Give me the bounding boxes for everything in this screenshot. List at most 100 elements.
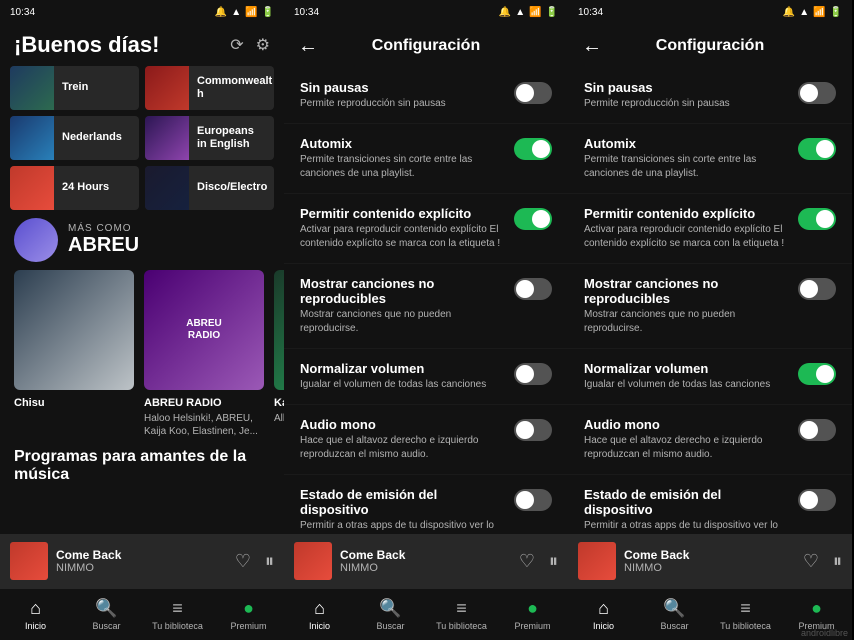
home-nav-icon-3: ⌂ [598,598,609,619]
grid-label-disco: Disco/Electro [189,181,274,194]
nav-search-3[interactable]: 🔍 Buscar [639,598,710,631]
back-button-2[interactable]: ← [298,35,318,58]
grid-label-nederlands: Nederlands [54,131,130,144]
grid-item-trein[interactable]: Trein [10,66,139,110]
card-title-chisu: Chisu [14,396,134,410]
toggle-state-3[interactable] [798,489,836,511]
config-text-mono-3: Audio mono Hace que el altavoz derecho e… [584,417,788,462]
status-icons-3: 🔔 ▲ 📶 🔋 [783,7,842,18]
np-artist-2: NIMMO [340,562,511,574]
card-image-abreu: ABREURADIO [144,270,264,390]
toggle-state-2[interactable] [514,489,552,511]
grid-item-europeans[interactable]: Europeans in English [145,116,274,160]
now-playing-bar-2[interactable]: Come Back NIMMO ♡ ⏸ [284,534,568,588]
card-abreu[interactable]: ABREURADIO ABREU RADIO Haloo Helsinki!, … [144,270,264,438]
notification-icon-2: 🔔 [499,7,511,18]
nav-library-1[interactable]: ≡ Tu biblioteca [142,598,213,631]
artist-avatar [14,218,58,262]
card-subtitle-abreu: Haloo Helsinki!, ABREU, Kaija Koo, Elast… [144,412,264,438]
toggle-sin-pausas-3[interactable] [798,82,836,104]
toggle-automix-3[interactable] [798,138,836,160]
premium-nav-icon-2: ● [527,598,538,619]
search-nav-label-3: Buscar [660,621,688,631]
config-list-3: Sin pausas Permite reproducción sin paus… [568,68,852,534]
grid-item-24hours[interactable]: 24 Hours [10,166,139,210]
history-icon[interactable]: ⟳ [230,35,243,55]
nav-library-2[interactable]: ≡ Tu biblioteca [426,598,497,631]
np-info-1: Come Back NIMMO [56,548,227,574]
heart-icon-2[interactable]: ♡ [519,551,535,572]
config-title-nonplay-2: Mostrar canciones no reproducibles [300,276,504,306]
config-text-explicit-3: Permitir contenido explícito Activar par… [584,206,788,251]
toggle-nonplay-3[interactable] [798,278,836,300]
config-item-mono-3: Audio mono Hace que el altavoz derecho e… [568,405,852,475]
config-title-normvol-2: Normalizar volumen [300,361,504,376]
toggle-nonplay-2[interactable] [514,278,552,300]
np-thumbnail-1 [10,542,48,580]
config-text-state-2: Estado de emisión del dispositivo Permit… [300,487,504,534]
config-title-automix-2: Automix [300,136,504,151]
phone-screen-2: 10:34 🔔 ▲ 📶 🔋 ← Configuración Sin pausas… [284,0,568,640]
search-nav-icon-2: 🔍 [379,598,401,619]
time-2: 10:34 [294,7,319,18]
pause-icon-3[interactable]: ⏸ [833,551,842,572]
nav-premium-1[interactable]: ● Premium [213,598,284,631]
now-playing-bar-3[interactable]: Come Back NIMMO ♡ ⏸ [568,534,852,588]
heart-icon-1[interactable]: ♡ [235,551,251,572]
card-katr[interactable]: Katr Albu... [274,270,284,438]
config-title-state-2: Estado de emisión del dispositivo [300,487,504,517]
grid-item-disco[interactable]: Disco/Electro [145,166,274,210]
wifi-icon-2: ▲ [515,7,525,18]
nav-search-2[interactable]: 🔍 Buscar [355,598,426,631]
config-item-explicit-2: Permitir contenido explícito Activar par… [284,194,568,264]
card-chisu[interactable]: Chisu [14,270,134,438]
np-info-3: Come Back NIMMO [624,548,795,574]
phone-screen-3: 10:34 🔔 ▲ 📶 🔋 ← Configuración Sin pausas… [568,0,852,640]
toggle-sin-pausas-2[interactable] [514,82,552,104]
toggle-explicit-3[interactable] [798,208,836,230]
toggle-mono-3[interactable] [798,419,836,441]
config-desc-normvol-3: Igualar el volumen de todas las cancione… [584,378,788,392]
toggle-mono-2[interactable] [514,419,552,441]
config-desc-state-2: Permitir a otras apps de tu dispositivo … [300,519,504,534]
np-info-2: Come Back NIMMO [340,548,511,574]
config-text-normvol-2: Normalizar volumen Igualar el volumen de… [300,361,504,392]
more-like-label: MÁS COMO [68,223,139,234]
pause-icon-2[interactable]: ⏸ [549,551,558,572]
config-item-nonplay-3: Mostrar canciones no reproducibles Mostr… [568,264,852,349]
config-text-automix-2: Automix Permite transiciones sin corte e… [300,136,504,181]
status-icons-1: 🔔 ▲ 📶 🔋 [215,7,274,18]
toggle-automix-2[interactable] [514,138,552,160]
home-nav-icon-2: ⌂ [314,598,325,619]
settings-icon[interactable]: ⚙ [256,35,270,55]
battery-icon-3: 🔋 [830,7,842,18]
toggle-normvol-3[interactable] [798,363,836,385]
config-item-explicit-3: Permitir contenido explícito Activar par… [568,194,852,264]
nav-library-3[interactable]: ≡ Tu biblioteca [710,598,781,631]
nav-home-2[interactable]: ⌂ Inicio [284,598,355,631]
toggle-explicit-2[interactable] [514,208,552,230]
config-title-2: Configuración [372,37,480,55]
toggle-normvol-2[interactable] [514,363,552,385]
search-nav-label-2: Buscar [376,621,404,631]
nav-premium-2[interactable]: ● Premium [497,598,568,631]
back-button-3[interactable]: ← [582,35,602,58]
grid-item-commonwealth[interactable]: Commonwealt h [145,66,274,110]
heart-icon-3[interactable]: ♡ [803,551,819,572]
nav-search-1[interactable]: 🔍 Buscar [71,598,142,631]
nav-home-3[interactable]: ⌂ Inicio [568,598,639,631]
playlist-grid: Trein Commonwealt h Nederlands Europeans… [0,62,284,214]
config-list-2: Sin pausas Permite reproducción sin paus… [284,68,568,534]
library-nav-icon-1: ≡ [172,598,183,619]
grid-label-europeans: Europeans in English [189,125,274,151]
grid-item-nederlands[interactable]: Nederlands [10,116,139,160]
nav-home-1[interactable]: ⌂ Inicio [0,598,71,631]
np-title-2: Come Back [340,548,511,562]
np-controls-2: ♡ ⏸ [519,551,558,572]
config-item-nonplay-2: Mostrar canciones no reproducibles Mostr… [284,264,568,349]
premium-nav-icon-1: ● [243,598,254,619]
pause-icon-1[interactable]: ⏸ [265,551,274,572]
config-item-automix-2: Automix Permite transiciones sin corte e… [284,124,568,194]
now-playing-bar-1[interactable]: Come Back NIMMO ♡ ⏸ [0,534,284,588]
config-title-sin-pausas-2: Sin pausas [300,80,504,95]
